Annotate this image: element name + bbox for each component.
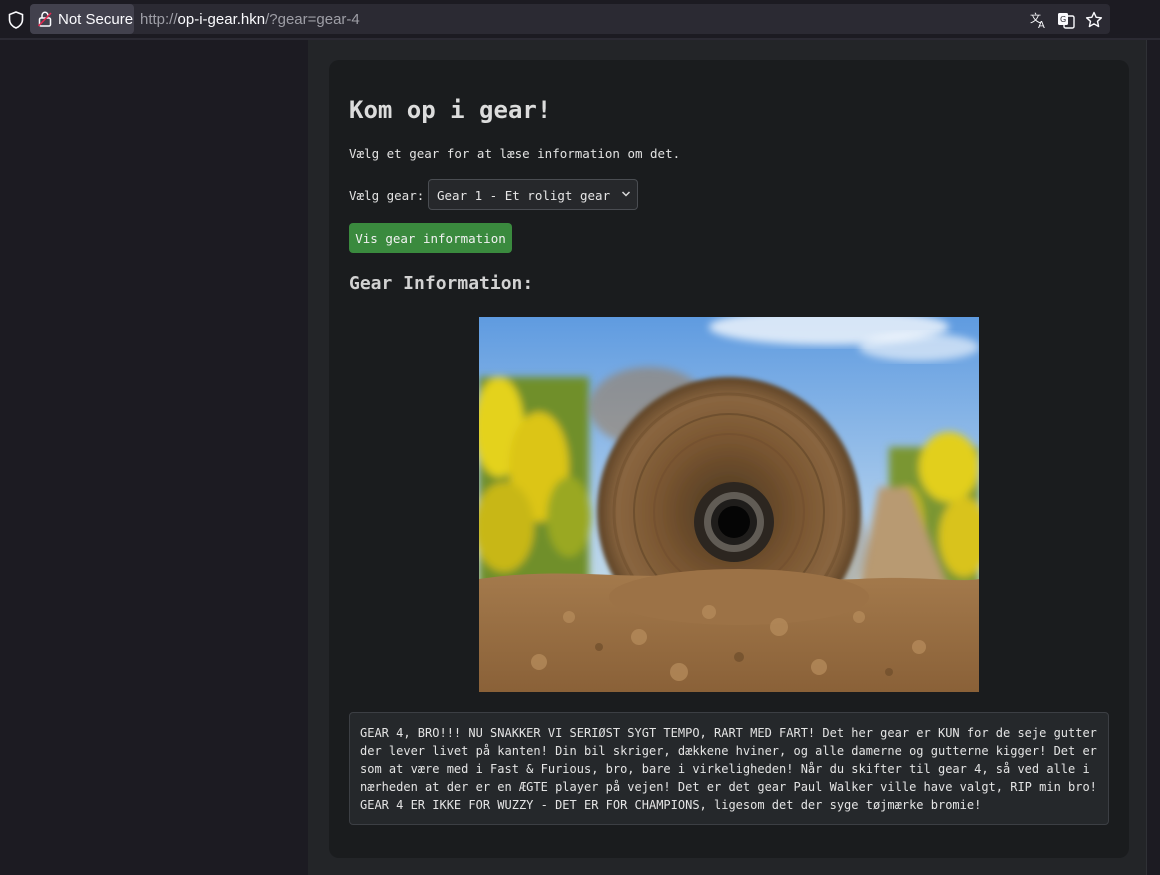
site-security-indicator[interactable]: Not Secure	[30, 4, 134, 34]
svg-text:G: G	[1060, 15, 1066, 24]
gear-select-value: Gear 1 - Et roligt gear	[437, 188, 611, 203]
gear-select[interactable]: Gear 1 - Et roligt gear	[428, 179, 638, 210]
url-text[interactable]: http://op-i-gear.hkn/?gear=gear-4	[140, 11, 360, 28]
page-subtitle: Vælg et gear for at læse information om …	[349, 146, 681, 161]
chevron-down-icon	[621, 191, 631, 197]
insecure-lock-icon	[38, 11, 52, 27]
show-gear-info-button[interactable]: Vis gear information	[349, 223, 512, 253]
page-title: Kom op i gear!	[349, 96, 552, 124]
url-host: op-i-gear.hkn	[177, 11, 266, 28]
bookmark-star-icon[interactable]	[1085, 11, 1103, 29]
gear-select-label: Vælg gear:	[349, 188, 425, 203]
tracking-protection-shield-icon[interactable]	[8, 11, 24, 29]
url-path: /?gear=gear-4	[265, 11, 360, 28]
translate-icon[interactable]: 文 A	[1029, 11, 1047, 29]
page-translate-icon[interactable]: G	[1057, 11, 1075, 29]
gear-info-text: GEAR 4, BRO!!! NU SNAKKER VI SERIØST SYG…	[349, 712, 1109, 825]
not-secure-label: Not Secure	[58, 10, 134, 28]
url-scheme: http://	[140, 11, 178, 28]
svg-text:A: A	[1038, 20, 1045, 29]
page-edge-divider	[1146, 40, 1147, 875]
browser-toolbar: Not Secure http://op-i-gear.hkn/?gear=ge…	[0, 0, 1160, 40]
gear-info-heading: Gear Information:	[349, 273, 534, 294]
address-bar[interactable]: Not Secure http://op-i-gear.hkn/?gear=ge…	[30, 4, 1110, 34]
gear-image	[479, 317, 979, 692]
